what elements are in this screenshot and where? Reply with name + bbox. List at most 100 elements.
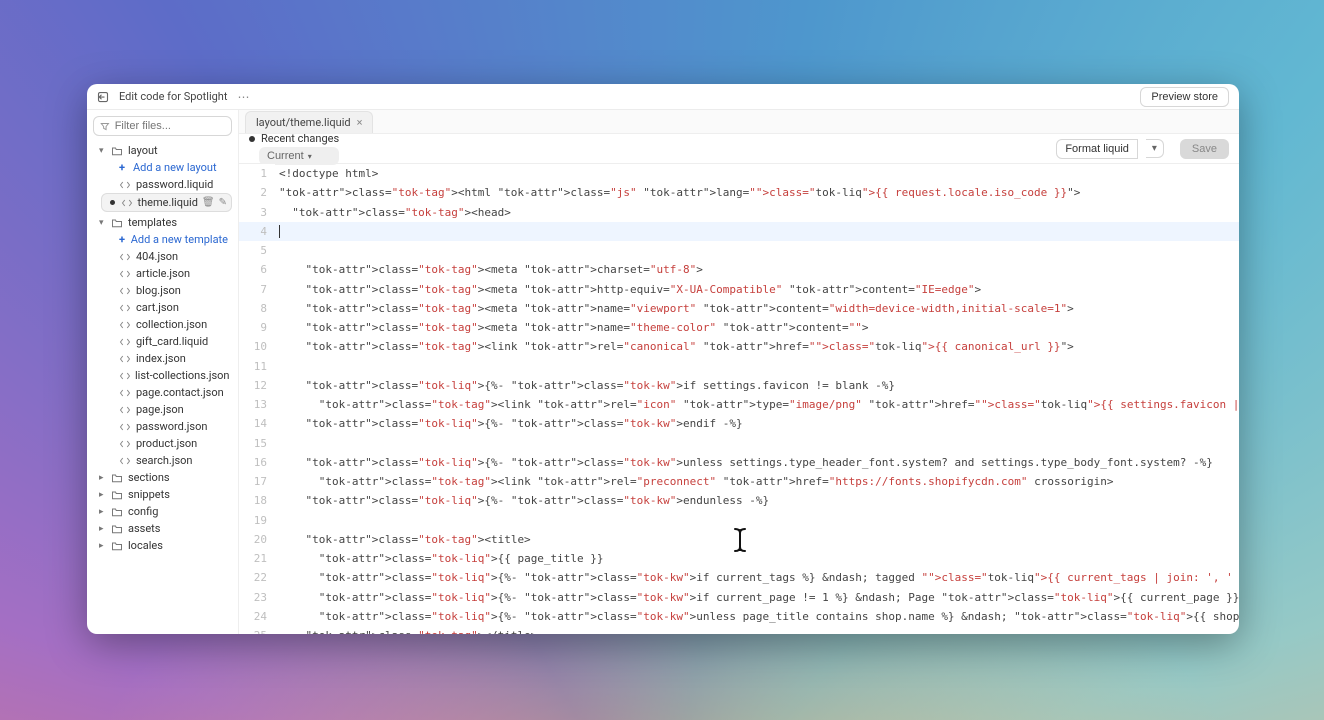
format-liquid-button[interactable]: Format liquid [1056, 139, 1138, 159]
dropdown-label: Current [267, 150, 304, 162]
folder-sections[interactable]: ▸sections [93, 469, 232, 486]
file-list-collections-json[interactable]: list-collections.json [101, 367, 232, 384]
code-file-icon [119, 302, 132, 314]
delete-icon[interactable]: 🗑 [202, 197, 215, 208]
code-line[interactable]: "tok-attr">class="tok-tag"><link "tok-at… [275, 337, 1239, 356]
code-line[interactable] [275, 511, 1239, 530]
code-line[interactable] [275, 241, 1239, 260]
gutter-line: 14 [239, 414, 275, 433]
file-gift-card-liquid[interactable]: gift_card.liquid [101, 333, 232, 350]
folder-config[interactable]: ▸config [93, 503, 232, 520]
editor-subbar: Recent changes Current ▾ Format liquid ▾… [239, 134, 1239, 164]
chevron-right-icon: ▸ [99, 473, 107, 483]
file-password-liquid[interactable]: password.liquid [101, 176, 232, 193]
gutter-line: 10 [239, 337, 275, 356]
code-line[interactable]: "tok-attr">class="tok-liq">{%- "tok-attr… [275, 491, 1239, 510]
code-file-icon [119, 336, 132, 348]
file-search-json[interactable]: search.json [101, 452, 232, 469]
file-label: gift_card.liquid [136, 335, 208, 348]
code-line[interactable]: "tok-attr">class="tok-liq">{%- "tok-attr… [275, 376, 1239, 395]
code-line[interactable]: "tok-attr">class="tok-liq">{%- "tok-attr… [275, 453, 1239, 472]
exit-icon[interactable] [97, 91, 109, 103]
save-button[interactable]: Save [1180, 139, 1229, 159]
code-line[interactable] [275, 222, 1239, 241]
gutter-line: 16 [239, 453, 275, 472]
file-label: password.liquid [136, 178, 213, 191]
code-file-icon [119, 387, 132, 399]
code-line[interactable]: "tok-attr">class="tok-liq">{%- "tok-attr… [275, 607, 1239, 626]
file-label: collection.json [136, 318, 207, 331]
folder-label: locales [128, 539, 163, 552]
rename-icon[interactable]: ✎ [219, 197, 227, 208]
code-line[interactable]: "tok-attr">class="tok-tag"><title> [275, 530, 1239, 549]
file-article-json[interactable]: article.json [101, 265, 232, 282]
preview-store-button[interactable]: Preview store [1140, 87, 1229, 107]
code-line[interactable]: "tok-attr">class="tok-liq">{%- "tok-attr… [275, 588, 1239, 607]
format-liquid-caret[interactable]: ▾ [1146, 139, 1164, 158]
gutter-line: 20 [239, 530, 275, 549]
file-page-json[interactable]: page.json [101, 401, 232, 418]
file-label: cart.json [136, 301, 179, 314]
gutter-line: 11 [239, 357, 275, 376]
file-label: blog.json [136, 284, 181, 297]
code-editor[interactable]: 1<!doctype html>2"tok-attr">class="tok-t… [239, 164, 1239, 634]
code-line[interactable] [275, 434, 1239, 453]
file-page-contact-json[interactable]: page.contact.json [101, 384, 232, 401]
file-404-json[interactable]: 404.json [101, 248, 232, 265]
gutter-line: 4 [239, 222, 275, 241]
gutter-line: 18 [239, 491, 275, 510]
code-line[interactable]: <!doctype html> [275, 164, 1239, 183]
code-line[interactable]: "tok-attr">class="tok-tag"><html "tok-at… [275, 183, 1239, 202]
code-line[interactable]: "tok-attr">class="tok-tag"><head> [275, 203, 1239, 222]
file-password-json[interactable]: password.json [101, 418, 232, 435]
code-line[interactable]: "tok-attr">class="tok-tag"></title> [275, 626, 1239, 634]
folder-locales[interactable]: ▸locales [93, 537, 232, 554]
file-blog-json[interactable]: blog.json [101, 282, 232, 299]
folder-templates[interactable]: ▾ templates [93, 214, 232, 231]
code-file-icon [119, 251, 132, 263]
gutter-line: 5 [239, 241, 275, 260]
folder-label: config [128, 505, 158, 518]
folder-assets[interactable]: ▸assets [93, 520, 232, 537]
code-line[interactable]: "tok-attr">class="tok-tag"><link "tok-at… [275, 395, 1239, 414]
folder-snippets[interactable]: ▸ snippets [93, 486, 232, 503]
file-theme-liquid[interactable]: theme.liquid 🗑 ✎ [101, 193, 232, 212]
more-icon[interactable]: ⋯ [237, 90, 250, 104]
code-file-icon [121, 197, 134, 209]
filter-input[interactable] [115, 120, 225, 132]
code-line[interactable]: "tok-attr">class="tok-tag"><link "tok-at… [275, 472, 1239, 491]
code-line[interactable]: "tok-attr">class="tok-tag"><meta "tok-at… [275, 318, 1239, 337]
code-line[interactable]: "tok-attr">class="tok-liq">{%- "tok-attr… [275, 568, 1239, 587]
tab-bar: layout/theme.liquid × [239, 110, 1239, 134]
code-line[interactable]: "tok-attr">class="tok-liq">{{ page_title… [275, 549, 1239, 568]
folder-label: snippets [128, 488, 170, 501]
file-collection-json[interactable]: collection.json [101, 316, 232, 333]
code-line[interactable]: "tok-attr">class="tok-tag"><meta "tok-at… [275, 280, 1239, 299]
file-cart-json[interactable]: cart.json [101, 299, 232, 316]
file-index-json[interactable]: index.json [101, 350, 232, 367]
filter-files[interactable] [93, 116, 232, 136]
tab-theme-liquid[interactable]: layout/theme.liquid × [245, 111, 373, 133]
file-label: theme.liquid [137, 196, 197, 209]
code-line[interactable] [275, 357, 1239, 376]
gutter-line: 9 [239, 318, 275, 337]
titlebar: Edit code for Spotlight ⋯ Preview store [87, 84, 1239, 110]
code-file-icon [119, 268, 132, 280]
window-title: Edit code for Spotlight [119, 90, 227, 103]
file-label: page.json [136, 403, 184, 416]
text-cursor-icon [729, 526, 751, 554]
code-line[interactable]: "tok-attr">class="tok-tag"><meta "tok-at… [275, 260, 1239, 279]
add-new-template[interactable]: + Add a new template [101, 231, 232, 248]
add-label: Add a new template [131, 233, 228, 246]
code-line[interactable]: "tok-attr">class="tok-liq">{%- "tok-attr… [275, 414, 1239, 433]
close-icon[interactable]: × [357, 116, 363, 129]
add-new-layout[interactable]: + Add a new layout [101, 159, 232, 176]
file-product-json[interactable]: product.json [101, 435, 232, 452]
version-dropdown[interactable]: Current ▾ [259, 147, 339, 165]
code-file-icon [119, 404, 132, 416]
chevron-right-icon: ▸ [99, 490, 107, 500]
folder-icon [111, 506, 124, 518]
folder-layout[interactable]: ▾ layout [93, 142, 232, 159]
file-label: search.json [136, 454, 193, 467]
code-line[interactable]: "tok-attr">class="tok-tag"><meta "tok-at… [275, 299, 1239, 318]
